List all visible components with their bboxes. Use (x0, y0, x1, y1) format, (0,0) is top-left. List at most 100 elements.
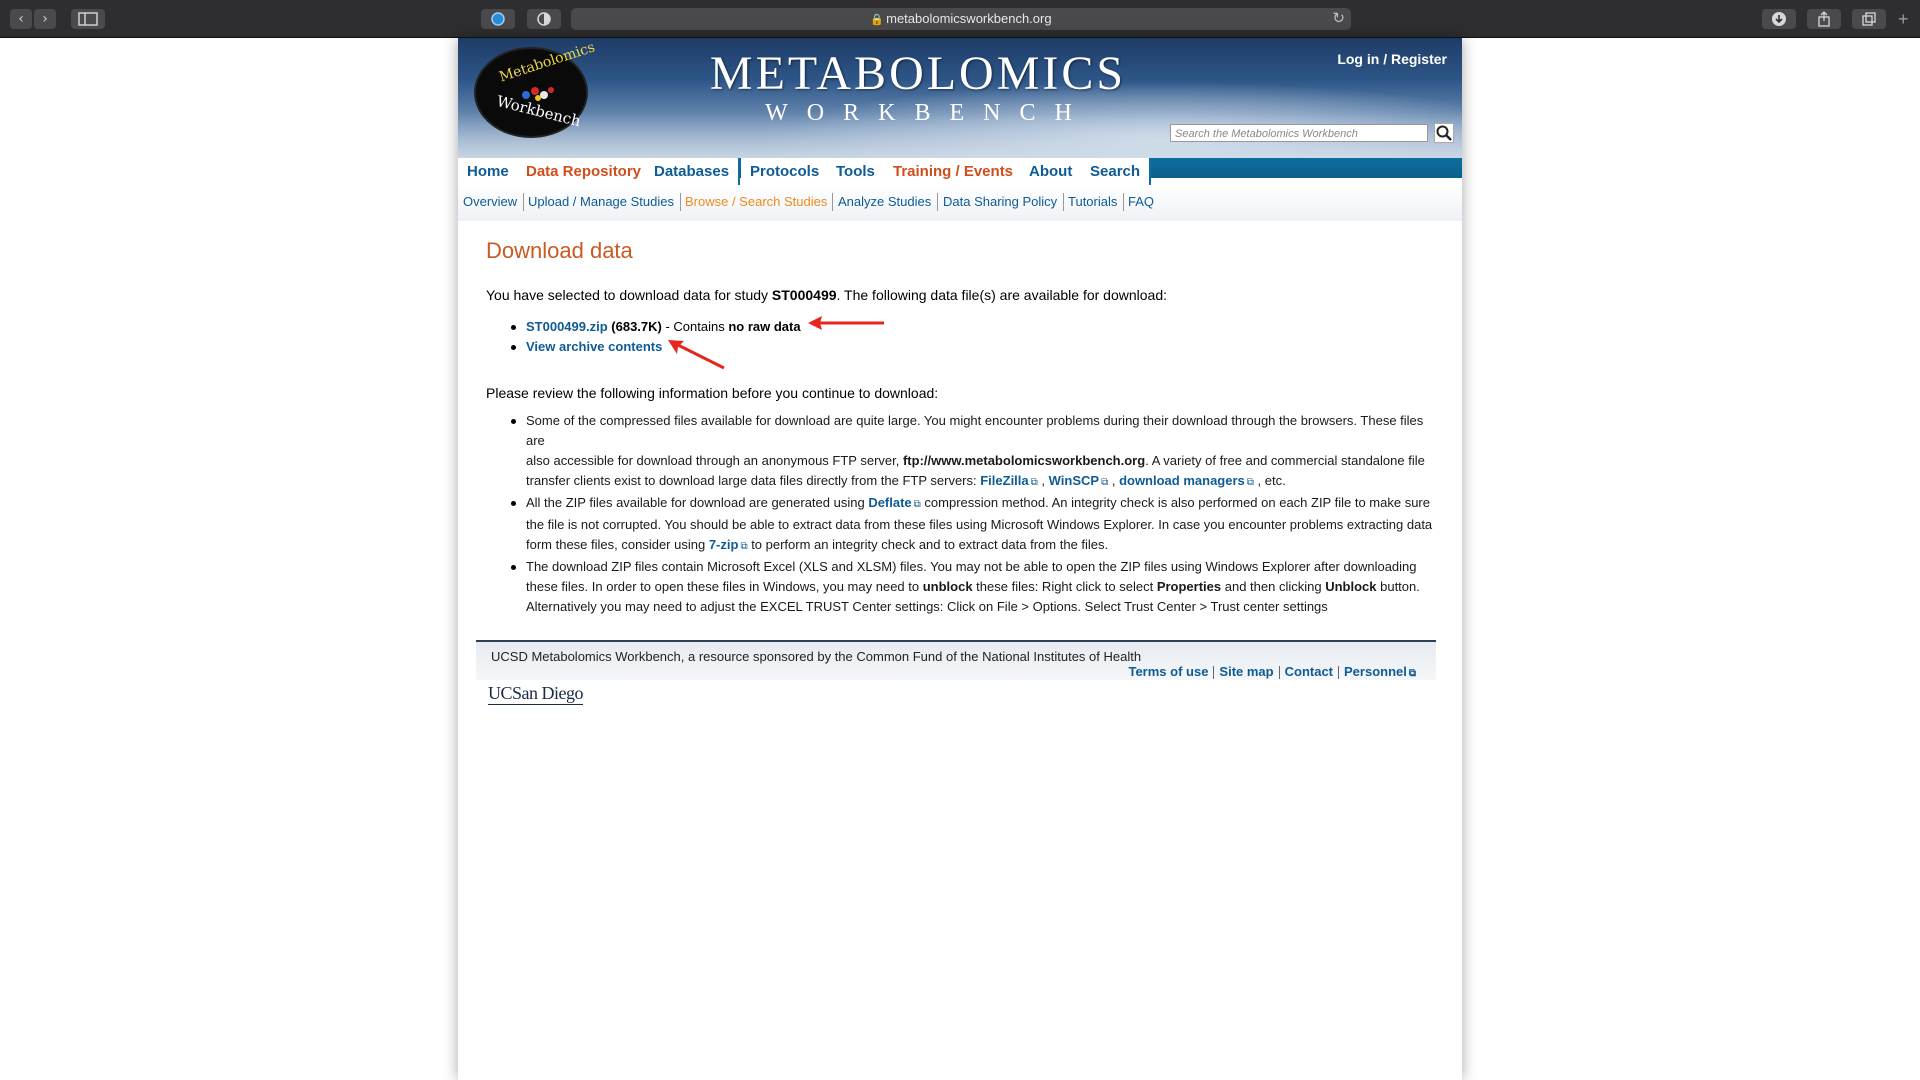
subnav-divider (680, 193, 681, 211)
ucsd-logo[interactable]: UCSan Diego (488, 683, 584, 705)
login-register-link[interactable]: Log in / Register (1337, 51, 1447, 67)
lock-icon: 🔒 (870, 14, 885, 26)
note1-text-e: , etc. (1253, 473, 1286, 488)
new-tab-icon[interactable]: + (1898, 9, 1909, 30)
forward-button[interactable]: › (34, 9, 56, 29)
note-item: Some of the compressed files available f… (511, 411, 1444, 493)
bullet (511, 345, 516, 350)
note2-text-a: All the ZIP files available for download… (526, 495, 869, 510)
downloads-button[interactable] (1762, 9, 1796, 29)
intro-text-a: You have selected to download data for s… (486, 287, 772, 303)
subnav-browse-search-studies[interactable]: Browse / Search Studies (685, 194, 827, 210)
ftp-address: ftp://www.metabolomicsworkbench.org (902, 453, 1146, 468)
note-item: All the ZIP files available for download… (511, 493, 1444, 557)
filezilla-link[interactable]: FileZilla (980, 473, 1028, 488)
subnav-divider (523, 193, 524, 211)
annotation-arrow-file (808, 316, 884, 330)
nav-training-events[interactable]: Training / Events (884, 158, 1025, 185)
zip-file-link[interactable]: ST000499.zip (526, 319, 608, 334)
page-title: Download data (486, 238, 633, 263)
file-note: - Contains (661, 319, 729, 334)
reload-icon[interactable]: ↻ (1332, 8, 1345, 30)
bullet (511, 565, 516, 570)
page-footer: UCSD Metabolomics Workbench, a resource … (476, 640, 1436, 680)
subnav-data-sharing-policy[interactable]: Data Sharing Policy (943, 194, 1057, 210)
contact-link[interactable]: Contact (1285, 664, 1333, 679)
share-button[interactable] (1807, 9, 1841, 29)
extension-button[interactable] (481, 9, 515, 29)
tabs-icon (1862, 12, 1876, 26)
unblock-text: unblock (922, 579, 973, 594)
logo-text-top: Metabolomics (497, 39, 597, 86)
bullet (511, 325, 516, 330)
share-icon (1818, 11, 1830, 27)
tabs-overview-button[interactable] (1852, 9, 1886, 29)
7zip-link[interactable]: 7-zip (709, 537, 739, 552)
list-item: View archive contents (511, 337, 801, 357)
nav-tools[interactable]: Tools (827, 158, 886, 185)
view-archive-contents-link[interactable]: View archive contents (526, 339, 662, 354)
site-logo[interactable]: Metabolomics Workbench (474, 39, 597, 138)
browser-toolbar: ‹ › 🔒 metabolomicsworkbench.org ↻ + (0, 0, 1920, 38)
nav-data-repository[interactable]: Data Repository (517, 158, 653, 185)
subnav-divider (1123, 193, 1124, 211)
footer-divider (1278, 666, 1280, 680)
list-item: ST000499.zip (683.7K) - Contains no raw … (511, 317, 801, 337)
note3-text-e: button. (1376, 579, 1420, 594)
subnav-upload-manage-studies[interactable]: Upload / Manage Studies (528, 194, 674, 210)
sub-nav: Overview Upload / Manage Studies Browse … (458, 185, 1462, 221)
download-list: ST000499.zip (683.7K) - Contains no raw … (511, 317, 801, 357)
intro-text-b: . The following data file(s) are availab… (836, 287, 1167, 303)
note3-line3: Alternatively you may need to adjust the… (526, 599, 1328, 614)
note1-text-c: . A variety of free and commercial stand… (1145, 453, 1425, 468)
subnav-faq[interactable]: FAQ (1128, 194, 1154, 210)
subnav-tutorials[interactable]: Tutorials (1068, 194, 1117, 210)
note1-text: also accessible for download through an … (526, 453, 903, 468)
site-map-link[interactable]: Site map (1219, 664, 1273, 679)
download-notes: Some of the compressed files available f… (511, 411, 1444, 617)
address-bar[interactable]: 🔒 metabolomicsworkbench.org ↻ (571, 8, 1351, 30)
note1-text-d: transfer clients exist to download large… (526, 473, 981, 488)
url-text: metabolomicsworkbench.org (886, 11, 1052, 26)
footer-sponsor-text: UCSD Metabolomics Workbench, a resource … (491, 649, 1142, 664)
study-id: ST000499 (771, 287, 837, 303)
nav-protocols[interactable]: Protocols (741, 158, 831, 185)
search-icon (1436, 125, 1452, 141)
sidebar-icon (78, 12, 98, 26)
personnel-link[interactable]: Personnel (1344, 664, 1407, 679)
external-link-icon: ⧉ (1101, 477, 1109, 488)
subnav-analyze-studies[interactable]: Analyze Studies (838, 194, 931, 210)
subnav-overview[interactable]: Overview (463, 194, 517, 210)
unblock-button-text: Unblock (1325, 579, 1377, 594)
page-frame: Metabolomics Workbench METABOLOMICS WORK… (458, 38, 1462, 1080)
note2-line1: All the ZIP files available for download… (526, 493, 1444, 515)
nav-search[interactable]: Search (1081, 158, 1152, 185)
terms-of-use-link[interactable]: Terms of use (1128, 664, 1208, 679)
note3-line2: these files. In order to open these file… (526, 577, 1444, 597)
back-button[interactable]: ‹ (10, 9, 32, 29)
footer-divider (1338, 666, 1339, 680)
nav-about[interactable]: About (1020, 158, 1084, 185)
sidebar-toggle-button[interactable] (71, 9, 105, 29)
intro-text: You have selected to download data for s… (486, 287, 1167, 303)
deflate-link[interactable]: Deflate (868, 495, 911, 510)
download-icon (1772, 12, 1786, 26)
note1-line1: Some of the compressed files available f… (526, 413, 1424, 448)
note2-text-e: to perform an integrity check and to ext… (747, 537, 1109, 552)
site-banner: Metabolomics Workbench METABOLOMICS WORK… (458, 38, 1462, 158)
download-managers-link[interactable]: download managers (1119, 473, 1245, 488)
note3-text-d: and then clicking (1221, 579, 1326, 594)
site-search-input[interactable]: Search the Metabolomics Workbench (1170, 124, 1428, 142)
nav-home[interactable]: Home (458, 158, 520, 185)
properties-text: Properties (1156, 579, 1222, 594)
note1-line2: also accessible for download through an … (526, 451, 1444, 471)
search-button[interactable] (1434, 123, 1454, 143)
bullet (511, 501, 516, 506)
privacy-button[interactable] (527, 9, 561, 29)
nav-databases[interactable]: Databases (645, 158, 741, 185)
winscp-link[interactable]: WinSCP (1049, 473, 1099, 488)
note3-text-c: these files: Right click to select (972, 579, 1157, 594)
external-link-icon: ⧉ (1246, 477, 1254, 488)
external-link-icon: ⧉ (1030, 477, 1038, 488)
footer-divider (1213, 666, 1215, 680)
